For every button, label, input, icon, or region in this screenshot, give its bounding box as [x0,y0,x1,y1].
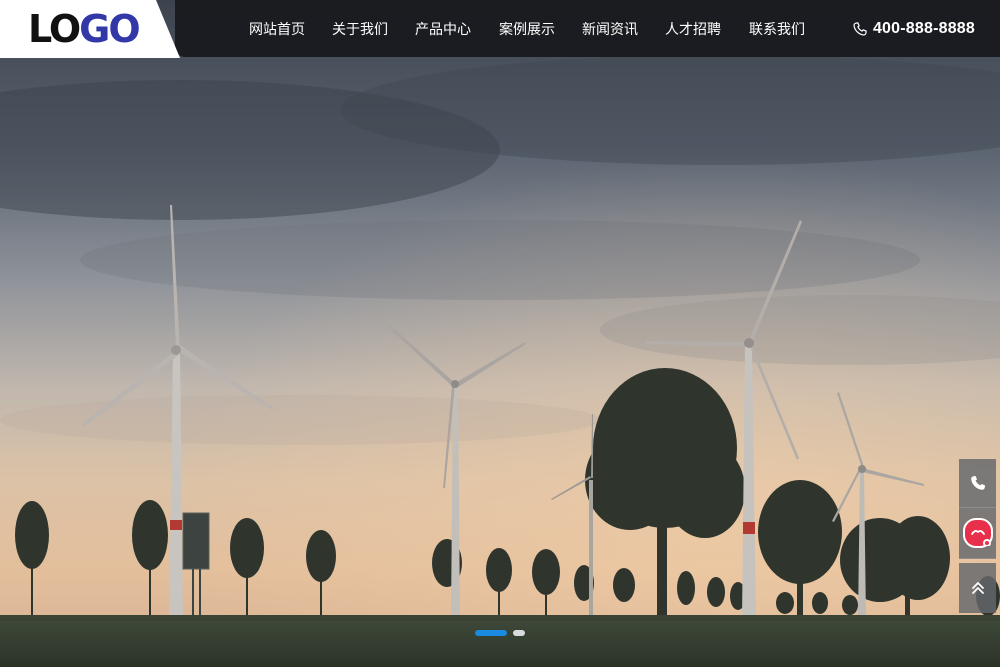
logo-text: LOGO [28,7,141,51]
logo-text-lo: LO [28,7,81,51]
nav-about[interactable]: 关于我们 [332,19,388,39]
side-phone-button[interactable] [959,459,996,508]
logo-text-go: GO [79,7,140,51]
nav-products[interactable]: 产品中心 [415,19,471,39]
nav-cases[interactable]: 案例展示 [499,19,555,39]
logo[interactable]: LOGO [0,0,180,58]
header-phone[interactable]: 400-888-8888 [853,18,975,40]
main-navbar: 网站首页 关于我们 产品中心 案例展示 新闻资讯 人才招聘 联系我们 400-8… [175,0,1000,57]
double-chevron-up-icon [971,582,984,594]
hero-image [0,0,1000,667]
slider-dot-1[interactable] [475,630,507,636]
nav-home[interactable]: 网站首页 [249,19,305,39]
hero-banner [0,0,1000,667]
nav-contact[interactable]: 联系我们 [749,19,805,39]
side-toolbar [959,459,996,613]
back-to-top-button[interactable] [959,563,996,613]
side-chat-button[interactable] [959,508,996,559]
slider-pagination [475,630,525,637]
slider-dot-2[interactable] [513,630,525,636]
phone-icon [853,22,867,36]
nav-news[interactable]: 新闻资讯 [582,19,638,39]
chat-icon [962,518,993,548]
header-phone-number: 400-888-8888 [872,20,975,37]
phone-icon [970,476,985,490]
nav-recruitment[interactable]: 人才招聘 [665,19,721,39]
